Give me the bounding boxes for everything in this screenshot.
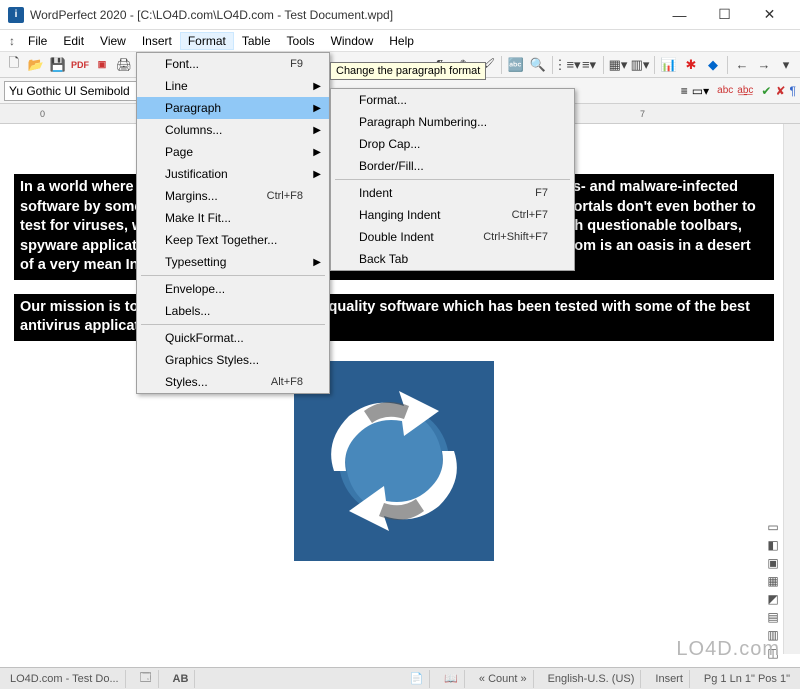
- format-dropdown: Font...F9Line▶Paragraph▶Columns...▶Page▶…: [136, 52, 330, 394]
- menu-item[interactable]: Envelope...: [137, 278, 329, 300]
- side-icon[interactable]: ◩: [765, 592, 781, 608]
- menu-file[interactable]: File: [20, 32, 55, 50]
- title-bar: i WordPerfect 2020 - [C:\LO4D.com\LO4D.c…: [0, 0, 800, 30]
- image-icon[interactable]: ✱: [681, 55, 701, 75]
- submenu-item[interactable]: Border/Fill...: [331, 155, 574, 177]
- status-doc-name[interactable]: LO4D.com - Test Do...: [4, 670, 126, 688]
- menu-edit[interactable]: Edit: [55, 32, 92, 50]
- menu-item[interactable]: Graphics Styles...: [137, 349, 329, 371]
- submenu-item[interactable]: IndentF7: [331, 182, 574, 204]
- table-icon[interactable]: ▦▾: [608, 55, 628, 75]
- status-view-icon[interactable]: 📄: [403, 670, 430, 688]
- side-icon[interactable]: ▭: [765, 520, 781, 536]
- menu-item[interactable]: Page▶: [137, 141, 329, 163]
- paragraph-submenu: Format...Paragraph Numbering...Drop Cap.…: [330, 88, 575, 271]
- side-icon[interactable]: ▤: [765, 610, 781, 626]
- numbering-icon[interactable]: ≡▾: [579, 55, 599, 75]
- menu-item[interactable]: Make It Fit...: [137, 207, 329, 229]
- tooltip: Change the paragraph format: [330, 62, 486, 80]
- columns-icon[interactable]: ▥▾: [630, 55, 650, 75]
- check-icon[interactable]: ✔: [761, 84, 771, 98]
- back-icon[interactable]: ←: [732, 55, 752, 75]
- status-ab[interactable]: AB: [167, 670, 196, 688]
- ruler-mark: 0: [40, 109, 45, 119]
- menu-format[interactable]: Format: [180, 32, 234, 50]
- menu-handle-icon[interactable]: ↕: [4, 34, 20, 48]
- window-title: WordPerfect 2020 - [C:\LO4D.com\LO4D.com…: [30, 8, 657, 22]
- menu-item[interactable]: Typesetting▶: [137, 251, 329, 273]
- menu-window[interactable]: Window: [323, 32, 382, 50]
- new-doc-icon[interactable]: 🗋: [4, 55, 24, 75]
- menu-item[interactable]: Keep Text Together...: [137, 229, 329, 251]
- textbox-icon[interactable]: ◆: [703, 55, 723, 75]
- menu-item[interactable]: Line▶: [137, 75, 329, 97]
- style-combo-icon[interactable]: ▭▾: [692, 84, 709, 98]
- vertical-scrollbar[interactable]: [783, 124, 800, 654]
- menu-view[interactable]: View: [92, 32, 134, 50]
- pdf-icon[interactable]: PDF: [70, 55, 90, 75]
- menu-item[interactable]: Labels...: [137, 300, 329, 322]
- maximize-button[interactable]: ☐: [702, 0, 747, 30]
- menu-insert[interactable]: Insert: [134, 32, 180, 50]
- menu-item[interactable]: QuickFormat...: [137, 327, 329, 349]
- status-bar: LO4D.com - Test Do... 🗔 AB 📄 📖 « Count »…: [0, 667, 800, 689]
- status-book-icon[interactable]: 📖: [438, 670, 465, 688]
- menu-help[interactable]: Help: [381, 32, 422, 50]
- spellcheck-icon[interactable]: abc: [717, 85, 733, 96]
- menu-item[interactable]: Justification▶: [137, 163, 329, 185]
- overflow-icon[interactable]: ▾: [776, 55, 796, 75]
- submenu-item[interactable]: Back Tab: [331, 248, 574, 270]
- close-button[interactable]: ✕: [747, 0, 792, 30]
- doc-paragraph[interactable]: Our mission is to provide netizens with …: [14, 294, 774, 341]
- status-icon[interactable]: 🗔: [134, 670, 159, 688]
- watermark: LO4D.com: [676, 638, 780, 661]
- side-icon[interactable]: ◧: [765, 538, 781, 554]
- align-left-icon[interactable]: ≡: [681, 84, 688, 98]
- submenu-item[interactable]: Drop Cap...: [331, 133, 574, 155]
- open-icon[interactable]: 📂: [26, 55, 46, 75]
- submenu-item[interactable]: Format...: [331, 89, 574, 111]
- menu-bar: ↕ File Edit View Insert Format Table Too…: [0, 30, 800, 52]
- submenu-item[interactable]: Hanging IndentCtrl+F7: [331, 204, 574, 226]
- status-insert[interactable]: Insert: [649, 670, 690, 688]
- bullets-icon[interactable]: ⋮≡▾: [557, 55, 577, 75]
- status-count[interactable]: « Count »: [473, 670, 534, 688]
- ruler-mark: 7: [640, 109, 645, 119]
- app-icon: i: [8, 7, 24, 23]
- menu-tools[interactable]: Tools: [279, 32, 323, 50]
- menu-item[interactable]: Margins...Ctrl+F8: [137, 185, 329, 207]
- autocorrect-icon[interactable]: a͟b͟c: [737, 85, 753, 96]
- menu-item[interactable]: Font...F9: [137, 53, 329, 75]
- print-icon[interactable]: 🖨: [114, 55, 134, 75]
- menu-item[interactable]: Columns...▶: [137, 119, 329, 141]
- chart-icon[interactable]: 📊: [659, 55, 679, 75]
- status-position: Pg 1 Ln 1" Pos 1": [698, 670, 796, 688]
- submenu-item[interactable]: Paragraph Numbering...: [331, 111, 574, 133]
- side-icon[interactable]: ▣: [765, 556, 781, 572]
- publish-icon[interactable]: ▣: [92, 55, 112, 75]
- menu-table[interactable]: Table: [234, 32, 279, 50]
- fwd-icon[interactable]: →: [754, 55, 774, 75]
- menu-item[interactable]: Paragraph▶: [137, 97, 329, 119]
- cross-icon[interactable]: ✘: [775, 84, 785, 98]
- pilcrow-icon[interactable]: ¶: [790, 84, 796, 98]
- save-icon[interactable]: 💾: [48, 55, 68, 75]
- minimize-button[interactable]: —: [657, 0, 702, 30]
- zoom-icon[interactable]: 🔍: [528, 55, 548, 75]
- find-icon[interactable]: 🔤: [506, 55, 526, 75]
- submenu-item[interactable]: Double IndentCtrl+Shift+F7: [331, 226, 574, 248]
- status-lang[interactable]: English-U.S. (US): [542, 670, 642, 688]
- menu-item[interactable]: Styles...Alt+F8: [137, 371, 329, 393]
- side-icon[interactable]: ▦: [765, 574, 781, 590]
